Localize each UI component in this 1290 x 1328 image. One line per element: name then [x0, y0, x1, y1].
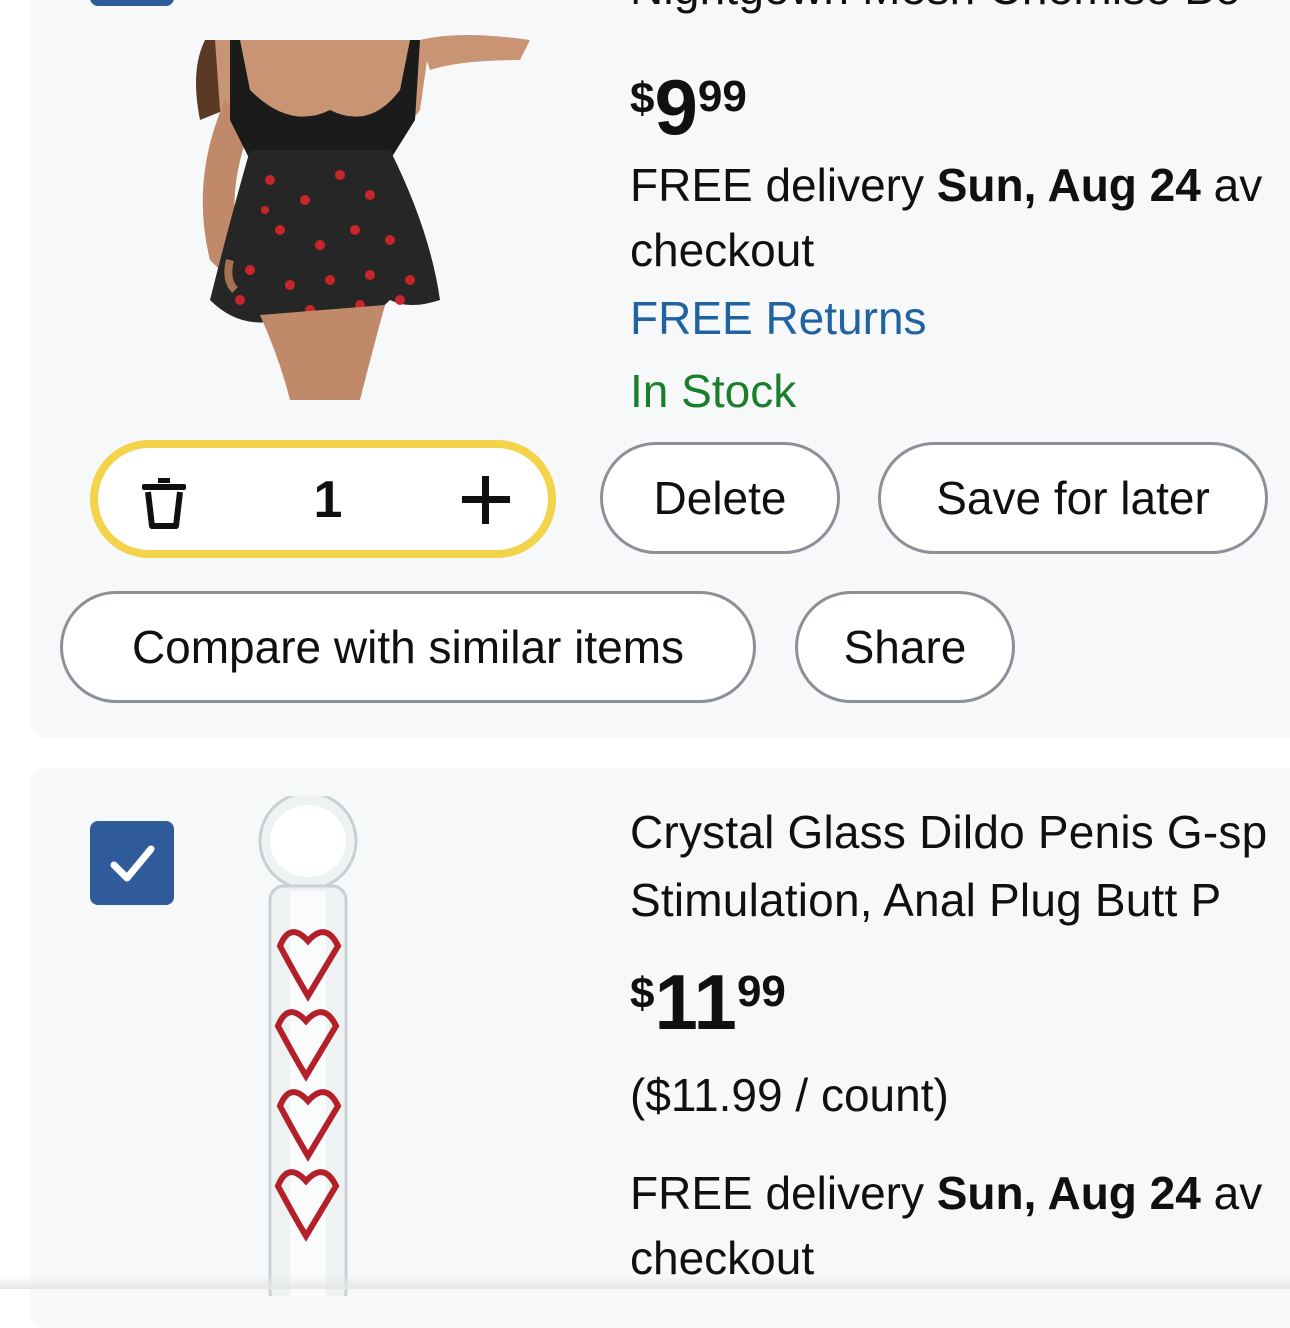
item-checkbox[interactable]	[90, 821, 174, 905]
bottom-edge	[0, 1276, 1290, 1289]
product-title[interactable]: Nightgown Mesh Chemise Bo	[630, 0, 1290, 22]
free-returns-link[interactable]: FREE Returns	[630, 285, 927, 351]
unit-price: ($11.99 / count)	[630, 1069, 949, 1121]
price-currency: $	[630, 74, 655, 123]
delivery-date: Sun, Aug 24	[936, 1167, 1201, 1219]
price-whole: 11	[654, 958, 737, 1046]
delivery-info-line2: checkout	[630, 224, 815, 276]
cart-item-card: Nightgown Mesh Chemise Bo $999 FREE deli…	[30, 0, 1290, 738]
stock-status: In Stock	[630, 365, 797, 417]
plus-icon[interactable]	[460, 474, 512, 531]
product-image-nightgown[interactable]	[130, 0, 550, 400]
checkmark-icon	[110, 845, 155, 882]
share-button[interactable]: Share	[795, 591, 1015, 703]
save-for-later-button[interactable]: Save for later	[878, 442, 1268, 554]
delete-button[interactable]: Delete	[600, 442, 840, 554]
product-image-glass[interactable]	[250, 791, 370, 1308]
quantity-value: 1	[313, 471, 343, 529]
price-currency: $	[630, 969, 655, 1018]
product-title[interactable]: Crystal Glass Dildo Penis G-sp	[630, 798, 1290, 866]
delivery-prefix: FREE delivery	[630, 159, 937, 211]
price-fraction: 99	[736, 967, 786, 1016]
quantity-stepper: 1	[90, 440, 556, 558]
compare-similar-button[interactable]: Compare with similar items	[60, 591, 756, 703]
delivery-date: Sun, Aug 24	[936, 159, 1201, 211]
delivery-suffix: av	[1200, 1167, 1263, 1219]
price-whole: 9	[654, 63, 698, 151]
delivery-info: FREE delivery Sun, Aug 24 av	[630, 152, 1262, 218]
price-fraction: 99	[697, 72, 747, 121]
price: $999	[630, 68, 747, 146]
product-title-line2[interactable]: Stimulation, Anal Plug Butt P	[630, 866, 1290, 934]
delivery-prefix: FREE delivery	[630, 1167, 937, 1219]
delivery-suffix: av	[1200, 159, 1263, 211]
price: $1199	[630, 963, 786, 1041]
delivery-info: FREE delivery Sun, Aug 24 av	[630, 1160, 1262, 1226]
cart-item-card: Crystal Glass Dildo Penis G-sp Stimulati…	[30, 768, 1290, 1328]
trash-icon[interactable]	[136, 474, 192, 535]
